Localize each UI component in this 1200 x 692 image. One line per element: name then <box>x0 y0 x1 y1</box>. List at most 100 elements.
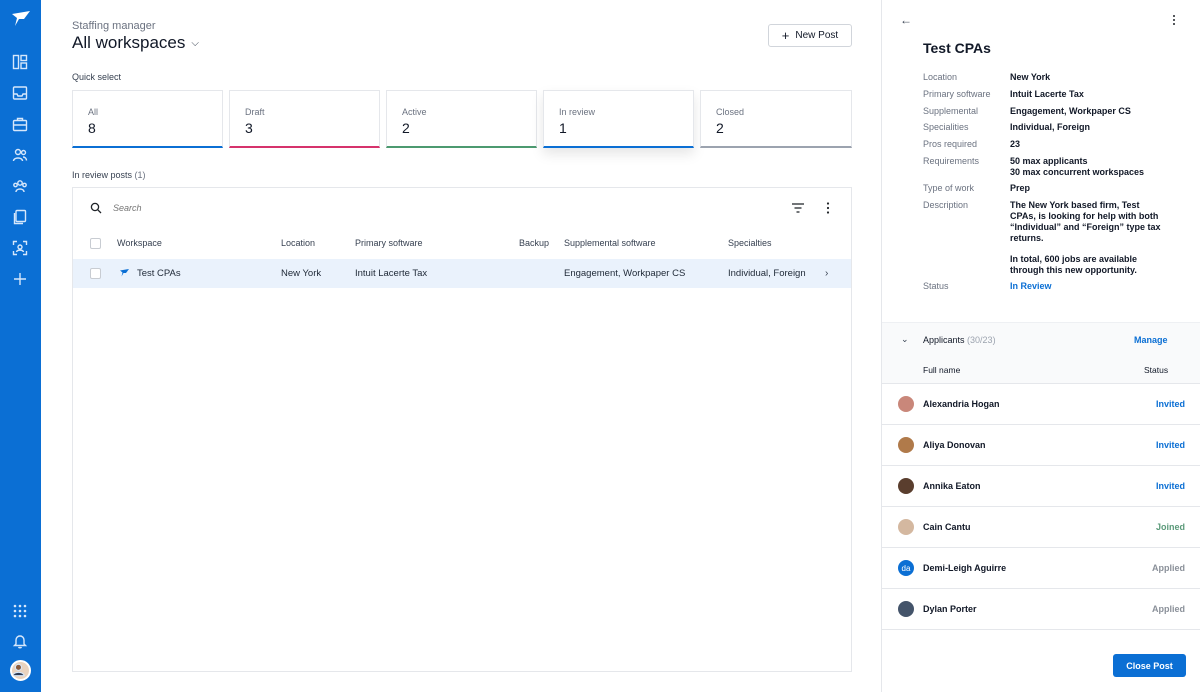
bell-icon[interactable] <box>11 632 29 650</box>
page-eyebrow: Staffing manager <box>72 20 156 32</box>
applicant-name: Annika Eaton <box>923 481 981 491</box>
applicant-row[interactable]: Aliya Donovan Invited <box>882 425 1200 466</box>
workspace-selector[interactable]: All workspaces ⌵ <box>72 33 199 53</box>
search-input[interactable] <box>113 200 413 216</box>
left-rail <box>0 0 41 692</box>
filter-icon[interactable] <box>791 202 805 214</box>
applicant-status: Joined <box>1155 522 1185 532</box>
detail-value-specialities: Individual, Foreign <box>1010 122 1091 132</box>
chevron-right-icon[interactable]: › <box>825 268 828 279</box>
detail-value-pros-required: 23 <box>1010 139 1021 149</box>
applicant-name: Alexandria Hogan <box>923 399 1000 409</box>
scan-icon[interactable] <box>11 239 29 257</box>
detail-label-supplemental: Supplemental <box>923 106 979 116</box>
details-panel: ← Test CPAs Location New York Primary so… <box>881 0 1200 692</box>
cell-primary-software: Intuit Lacerte Tax <box>355 268 428 279</box>
card-label: Draft <box>245 107 265 117</box>
card-active[interactable]: Active 2 <box>386 90 537 148</box>
card-label: Active <box>402 107 427 117</box>
card-in-review[interactable]: In review 1 <box>543 90 694 148</box>
column-header-location[interactable]: Location <box>281 238 315 248</box>
avatar: da <box>898 560 914 576</box>
new-post-button[interactable]: + New Post <box>768 24 852 47</box>
card-draft[interactable]: Draft 3 <box>229 90 380 148</box>
list-heading: In review posts (1) <box>72 170 146 180</box>
detail-label-primary-software: Primary software <box>923 89 991 99</box>
column-header-supplemental-software[interactable]: Supplemental software <box>564 238 656 248</box>
card-label: In review <box>559 107 596 117</box>
card-label: All <box>88 107 99 117</box>
chevron-down-icon[interactable]: ⌄ <box>901 334 909 345</box>
detail-value-description-2: In total, 600 jobs are available through… <box>1010 254 1138 275</box>
column-header-backup[interactable]: Backup <box>519 238 549 248</box>
column-header-specialties[interactable]: Specialties <box>728 238 772 248</box>
row-checkbox[interactable] <box>90 268 101 279</box>
close-post-button[interactable]: Close Post <box>1113 654 1186 677</box>
manage-link[interactable]: Manage <box>1134 335 1168 345</box>
main-content: Staffing manager All workspaces ⌵ + New … <box>41 0 881 692</box>
cell-workspace: Test CPAs <box>137 268 181 279</box>
card-all[interactable]: All 8 <box>72 90 223 148</box>
card-count: 1 <box>559 120 567 136</box>
search-icon <box>90 202 102 214</box>
documents-icon[interactable] <box>11 208 29 226</box>
quick-select-cards: All 8 Draft 3 Active 2 In review 1 Close… <box>72 90 852 148</box>
dashboard-icon[interactable] <box>11 53 29 71</box>
panel-more-options-icon[interactable] <box>1170 14 1178 26</box>
applicant-status: Applied <box>1152 563 1185 573</box>
applicant-row[interactable]: Annika Eaton Invited <box>882 466 1200 507</box>
detail-label-location: Location <box>923 72 958 82</box>
detail-value-location: New York <box>1010 72 1051 82</box>
cell-specialties: Individual, Foreign <box>728 268 806 279</box>
user-avatar[interactable] <box>10 660 31 681</box>
applicant-name: Dylan Porter <box>923 604 977 614</box>
briefcase-icon[interactable] <box>11 115 29 133</box>
applicant-row[interactable]: Dylan Porter Applied <box>882 589 1200 630</box>
back-arrow-icon[interactable]: ← <box>900 13 912 27</box>
table-row[interactable]: Test CPAs New York Intuit Lacerte Tax En… <box>73 259 851 288</box>
detail-label-requirements: Requirements <box>923 156 980 166</box>
avatar <box>898 601 914 617</box>
applicants-count: (30/23) <box>967 335 996 345</box>
select-all-checkbox[interactable] <box>90 238 101 249</box>
applicant-name: Aliya Donovan <box>923 440 986 450</box>
inbox-icon[interactable] <box>11 84 29 102</box>
column-header-status: Status <box>1144 365 1169 375</box>
card-label: Closed <box>716 107 745 117</box>
column-header-primary-software[interactable]: Primary software <box>355 238 423 248</box>
avatar <box>898 396 914 412</box>
team-icon[interactable] <box>11 177 29 195</box>
apps-grid-icon[interactable] <box>11 602 29 620</box>
detail-value-primary-software: Intuit Lacerte Tax <box>1010 89 1084 99</box>
card-closed[interactable]: Closed 2 <box>700 90 852 148</box>
app-logo-icon[interactable] <box>10 10 32 28</box>
applicant-name: Demi-Leigh Aguirre <box>923 563 1007 573</box>
applicant-row[interactable]: Alexandria Hogan Invited <box>882 384 1200 425</box>
plus-icon: + <box>781 28 790 43</box>
people-icon[interactable] <box>11 146 29 164</box>
avatar <box>898 437 914 453</box>
applicant-status: Invited <box>1155 399 1185 409</box>
more-options-icon[interactable] <box>823 201 833 215</box>
detail-label-type-of-work: Type of work <box>923 183 975 193</box>
detail-value-description: The New York based firm, Test CPAs, is l… <box>1010 200 1161 243</box>
column-header-full-name: Full name <box>923 365 961 375</box>
applicant-status: Applied <box>1152 604 1185 614</box>
detail-label-specialities: Specialities <box>923 122 969 132</box>
new-post-label: New Post <box>795 30 839 41</box>
list-count: (1) <box>134 170 146 180</box>
applicant-row[interactable]: da Demi-Leigh Aguirre Applied <box>882 548 1200 589</box>
detail-label-description: Description <box>923 200 969 210</box>
avatar <box>898 478 914 494</box>
posts-table: Workspace Location Primary software Back… <box>72 187 852 672</box>
add-icon[interactable] <box>11 270 29 288</box>
applicants-title: Applicants (30/23) <box>923 335 996 345</box>
detail-value-status: In Review <box>1010 281 1052 291</box>
applicants-title-text: Applicants <box>923 335 965 345</box>
card-count: 3 <box>245 120 253 136</box>
search-bar <box>73 188 851 228</box>
detail-value-type-of-work: Prep <box>1010 183 1031 193</box>
applicant-row[interactable]: Cain Cantu Joined <box>882 507 1200 548</box>
column-header-workspace[interactable]: Workspace <box>117 238 162 248</box>
card-count: 2 <box>402 120 410 136</box>
